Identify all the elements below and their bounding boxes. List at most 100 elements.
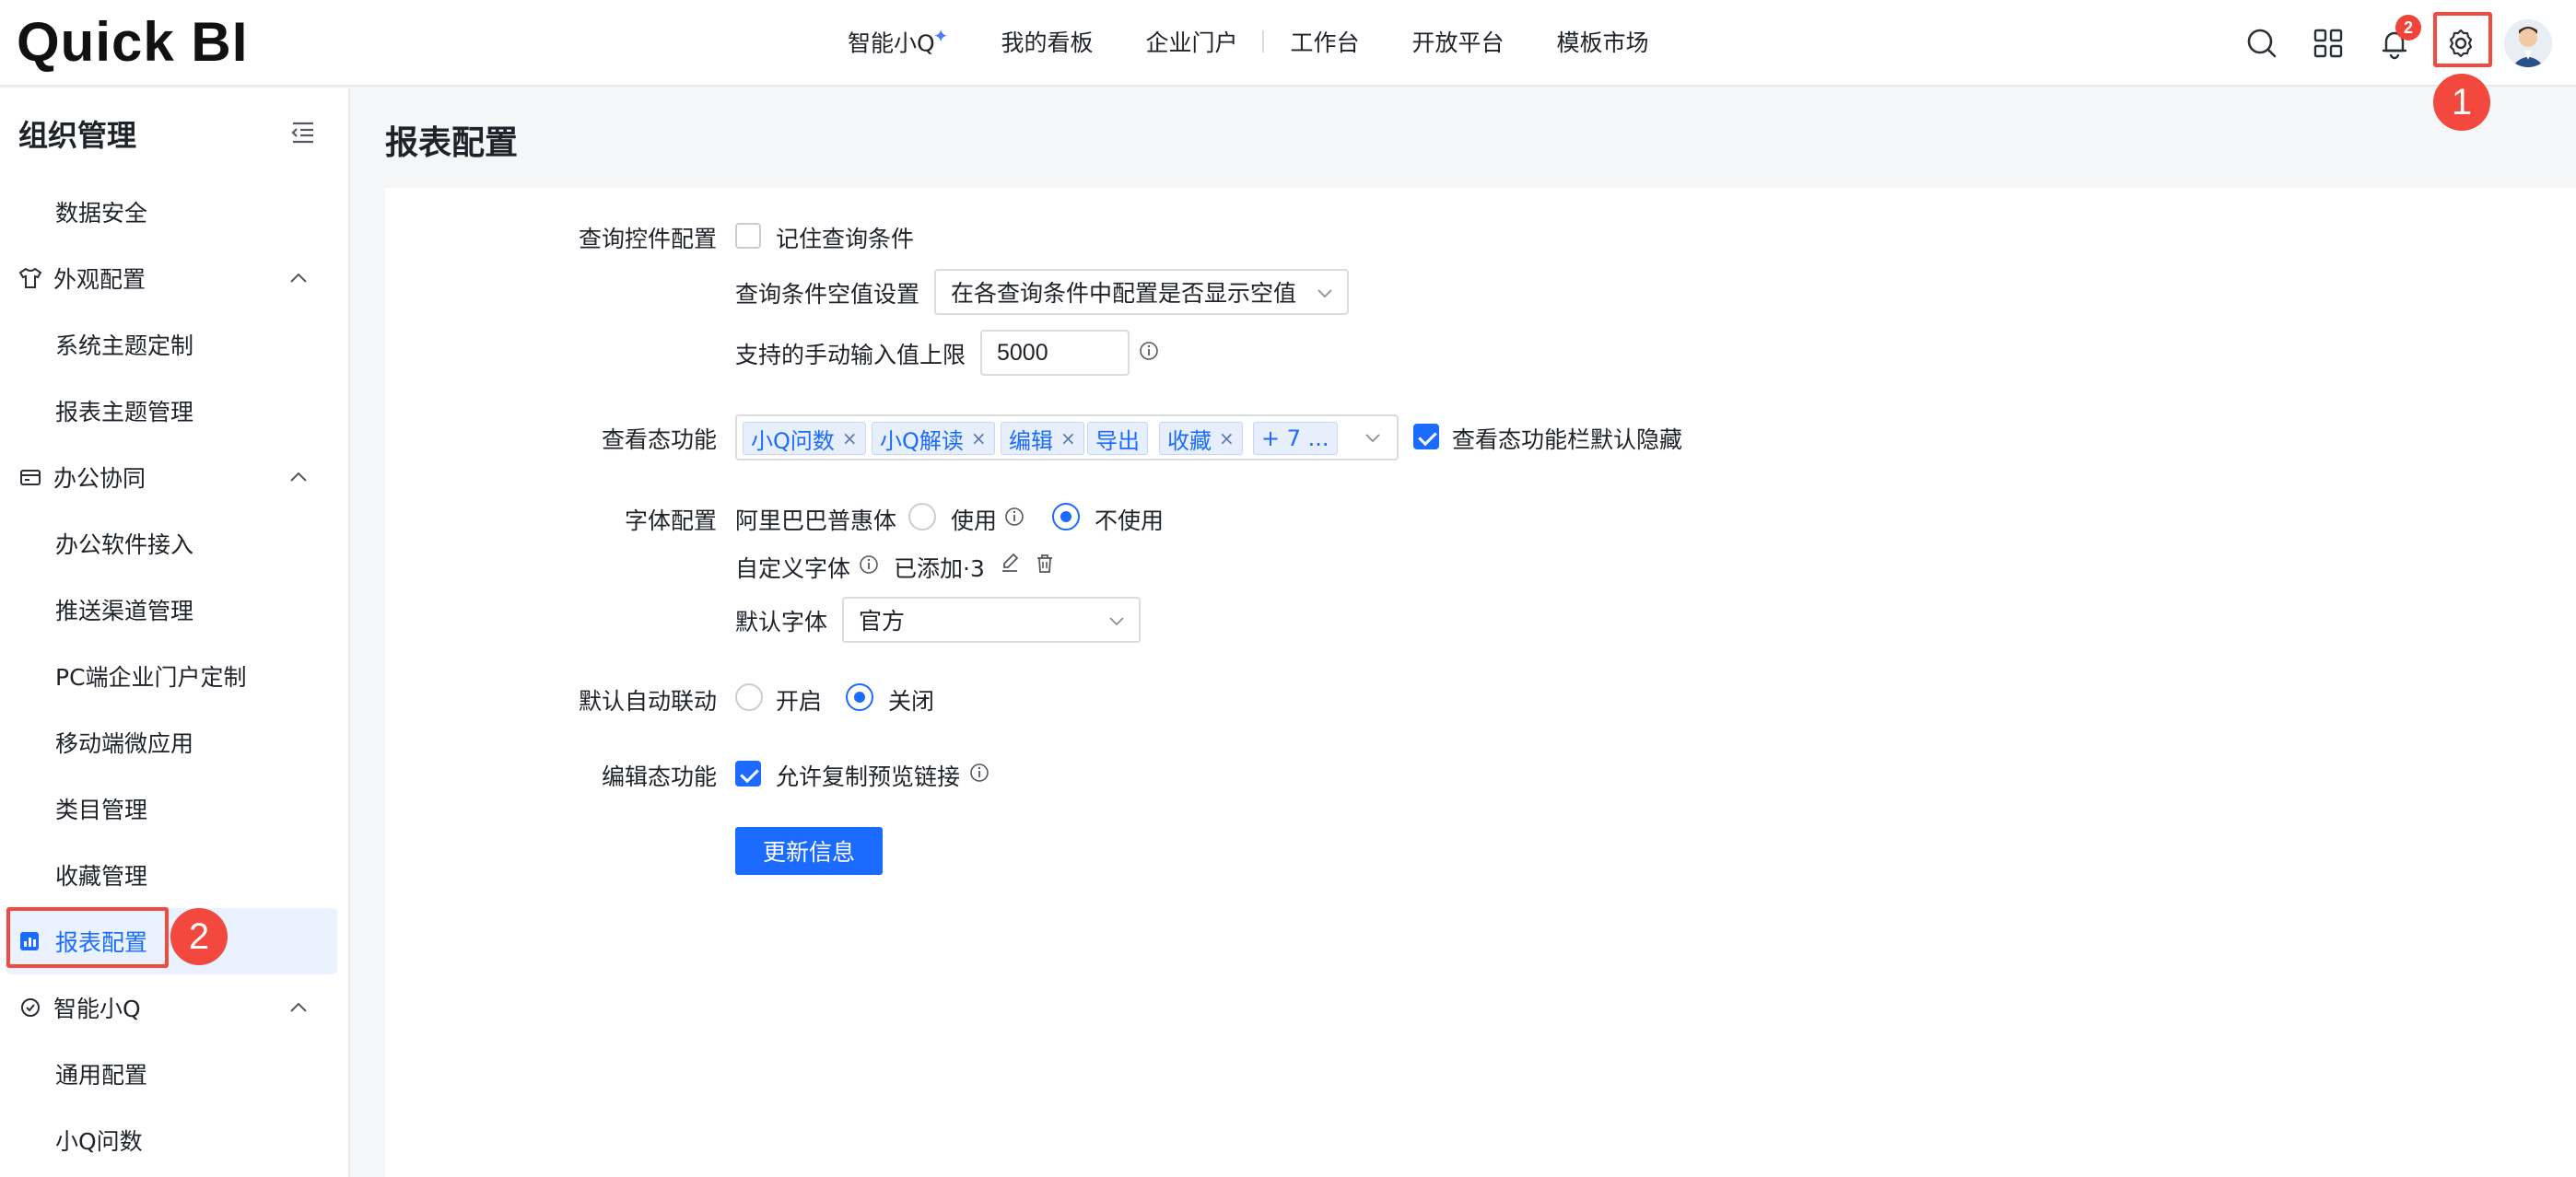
tag-export[interactable]: 导出: [1087, 422, 1148, 455]
nav-enterprise-portal[interactable]: 企业门户: [1145, 25, 1237, 58]
top-nav: 智能小Q✦ 我的看板 企业门户 工作台 开放平台 模板市场: [848, 18, 1702, 64]
close-icon[interactable]: ×: [1219, 427, 1235, 449]
view-mode-label: 查看态功能: [601, 426, 717, 453]
auto-link-on-radio[interactable]: [735, 683, 763, 711]
sidebar-item-general-config[interactable]: 通用配置: [0, 1041, 350, 1107]
nav-divider: [1262, 30, 1265, 52]
info-icon[interactable]: [1139, 341, 1159, 361]
sidebar-item-label: 系统主题定制: [55, 332, 194, 359]
default-font-select[interactable]: 官方: [842, 597, 1141, 643]
sidebar-item-label: 类目管理: [55, 797, 148, 823]
delete-icon[interactable]: [1034, 553, 1056, 575]
manual-limit-label: 支持的手动输入值上限: [735, 342, 966, 368]
sidebar-item-label: 移动端微应用: [55, 730, 194, 757]
sidebar-item-data-security[interactable]: 数据安全: [0, 179, 350, 245]
page-title: 报表配置: [385, 124, 519, 162]
nav-smart-q[interactable]: 智能小Q✦: [848, 25, 948, 58]
tag-q-interpret[interactable]: 小Q解读 ×: [872, 422, 995, 455]
sidebar-item-mobile-app[interactable]: 移动端微应用: [0, 709, 350, 775]
sidebar-item-system-theme[interactable]: 系统主题定制: [0, 311, 350, 378]
tag-label: 导出: [1095, 427, 1140, 454]
sidebar-item-favorites[interactable]: 收藏管理: [0, 842, 350, 908]
tag-edit[interactable]: 编辑 ×: [1001, 422, 1084, 455]
sidebar-item-label: 通用配置: [55, 1062, 148, 1089]
search-button[interactable]: [2231, 13, 2292, 74]
sidebar-group-appearance[interactable]: 外观配置: [0, 245, 350, 311]
sidebar-item-pc-portal[interactable]: PC端企业门户定制: [0, 643, 350, 709]
remember-query-checkbox[interactable]: [735, 223, 761, 249]
nav-my-dashboard[interactable]: 我的看板: [1001, 25, 1093, 58]
sparkle-icon: ✦: [932, 24, 949, 47]
edit-mode-label: 编辑态功能: [601, 763, 717, 790]
nav-template-market[interactable]: 模板市场: [1557, 25, 1649, 58]
not-use-font-radio[interactable]: [1052, 503, 1080, 530]
step-1-badge: 1: [2433, 74, 2490, 131]
sidebar-item-label: 办公协同: [53, 465, 146, 492]
manual-limit-input[interactable]: [980, 330, 1130, 376]
tag-more[interactable]: + 7 ...: [1253, 422, 1338, 455]
sidebar-item-category[interactable]: 类目管理: [0, 775, 350, 842]
auto-link-label: 默认自动联动: [578, 688, 717, 715]
default-hide-checkbox[interactable]: [1413, 424, 1439, 449]
close-icon[interactable]: ×: [842, 427, 858, 449]
tag-label: 收藏: [1167, 427, 1212, 454]
user-avatar[interactable]: [2504, 19, 2552, 67]
sidebar-item-push-channel[interactable]: 推送渠道管理: [0, 577, 350, 643]
auto-link-off-radio[interactable]: [846, 683, 873, 711]
info-icon[interactable]: [1004, 507, 1025, 527]
auto-link-on-label: 开启: [776, 688, 823, 715]
settings-button[interactable]: [2430, 13, 2491, 74]
notifications-button[interactable]: 2: [2364, 13, 2425, 74]
close-icon[interactable]: ×: [971, 427, 987, 449]
tag-favorite[interactable]: 收藏 ×: [1159, 422, 1243, 455]
nav-workbench[interactable]: 工作台: [1290, 25, 1359, 58]
shirt-icon: [18, 267, 42, 288]
smart-q-icon: [21, 998, 40, 1017]
apps-button[interactable]: [2298, 13, 2359, 74]
tag-label: 编辑: [1009, 427, 1053, 454]
quick-bi-logo[interactable]: Quick BI: [17, 9, 248, 74]
sidebar-item-office-software[interactable]: 办公软件接入: [0, 510, 350, 577]
edit-icon[interactable]: [999, 553, 1021, 575]
sidebar-item-q-ask[interactable]: 小Q问数: [0, 1107, 350, 1173]
sidebar-item-label: 小Q问数: [55, 1128, 143, 1155]
null-setting-value: 在各查询条件中配置是否显示空值: [951, 280, 1297, 307]
collapse-menu-icon[interactable]: [287, 116, 319, 147]
sidebar-item-label: 收藏管理: [55, 863, 148, 890]
custom-font-label: 自定义字体: [735, 555, 851, 582]
sidebar-item-label: 智能小Q: [53, 996, 141, 1022]
sidebar-list: 数据安全 外观配置 系统主题定制 报表主题管理 办公协同 办公软件接入 推送渠道…: [0, 179, 350, 1173]
sidebar-item-report-theme[interactable]: 报表主题管理: [0, 378, 350, 444]
settings-panel: 查询控件配置 记住查询条件 查询条件空值设置 在各查询条件中配置是否显示空值 支…: [385, 188, 2576, 1177]
sidebar-item-label: 推送渠道管理: [55, 598, 194, 624]
custom-font-count: 已添加·3: [894, 555, 985, 582]
nav-smart-q-label: 智能小Q: [848, 29, 935, 57]
info-icon[interactable]: [969, 763, 989, 783]
update-info-button[interactable]: 更新信息: [735, 827, 883, 875]
sidebar-group-smart-q[interactable]: 智能小Q: [0, 974, 350, 1041]
allow-copy-checkbox[interactable]: [735, 761, 761, 787]
null-setting-select[interactable]: 在各查询条件中配置是否显示空值: [934, 269, 1349, 315]
chevron-down-icon: [1317, 289, 1332, 298]
step-2-badge: 2: [170, 908, 228, 965]
use-font-radio[interactable]: [908, 503, 936, 530]
chevron-up-icon: [290, 273, 307, 283]
view-mode-multiselect[interactable]: 小Q问数 × 小Q解读 × 编辑 × 导出 收藏 × + 7 ...: [735, 414, 1399, 460]
not-use-font-label: 不使用: [1095, 507, 1165, 534]
chevron-up-icon: [290, 1002, 307, 1012]
avatar-icon: [2504, 19, 2552, 67]
info-icon[interactable]: [859, 554, 879, 575]
nav-open-platform[interactable]: 开放平台: [1412, 25, 1505, 58]
wallet-icon: [20, 470, 41, 485]
auto-link-off-label: 关闭: [888, 688, 935, 715]
tag-q-ask[interactable]: 小Q问数 ×: [743, 422, 866, 455]
font-config-label: 字体配置: [624, 507, 717, 534]
sidebar-group-office[interactable]: 办公协同: [0, 444, 350, 510]
sidebar-item-label: 报表配置: [55, 929, 148, 956]
query-control-label: 查询控件配置: [578, 226, 717, 252]
close-icon[interactable]: ×: [1060, 427, 1076, 449]
logo-text: Quick BI: [17, 10, 249, 73]
remember-query-label: 记住查询条件: [776, 226, 915, 252]
alibaba-font-label: 阿里巴巴普惠体: [735, 507, 897, 534]
grid-icon: [2313, 29, 2343, 58]
